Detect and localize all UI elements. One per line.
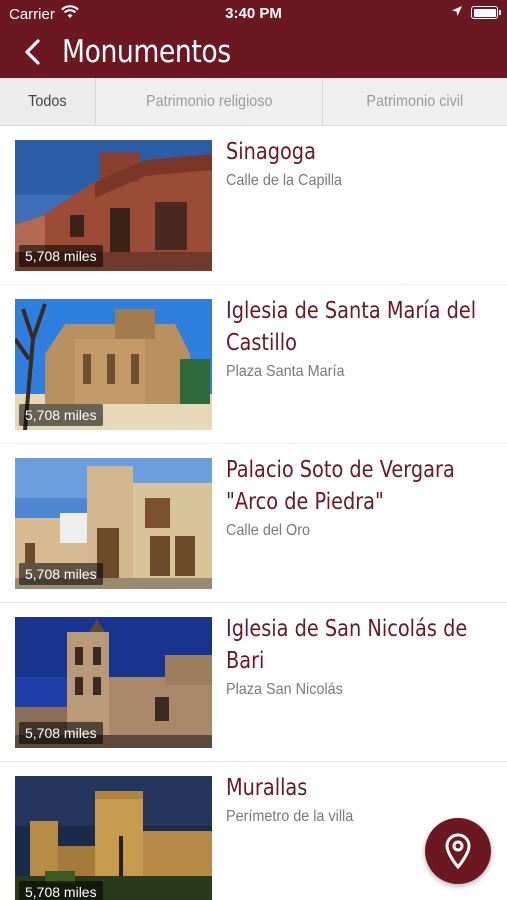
status-bar: Carrier 3:40 PM bbox=[0, 0, 507, 26]
app-screen: Carrier 3:40 PM Monumentos Todos Patrimo… bbox=[0, 0, 507, 900]
distance-badge: 5,708 miles bbox=[19, 722, 103, 744]
monument-title: Iglesia de Santa María del Castillo bbox=[226, 298, 477, 356]
monument-address: Calle del Oro bbox=[226, 522, 311, 539]
monument-photo: 5,708 miles bbox=[15, 776, 212, 900]
status-time: 3:40 PM bbox=[225, 5, 282, 22]
tab-label: Patrimonio religioso bbox=[145, 92, 273, 110]
monument-photo: 5,708 miles bbox=[15, 299, 212, 430]
tab-label: Todos bbox=[28, 92, 67, 110]
header: Carrier 3:40 PM Monumentos bbox=[0, 0, 507, 78]
monument-photo: 5,708 miles bbox=[15, 617, 212, 748]
monument-photo: 5,708 miles bbox=[15, 458, 212, 589]
distance-badge: 5,708 miles bbox=[19, 881, 103, 900]
monument-address: Plaza San Nicolás bbox=[226, 681, 343, 698]
status-right bbox=[451, 4, 501, 21]
chevron-left-icon bbox=[25, 39, 40, 65]
list-item[interactable]: 5,708 miles Palacio Soto de Vergara "Arc… bbox=[0, 444, 507, 603]
page-title: Monumentos bbox=[62, 34, 231, 70]
tab-todos[interactable]: Todos bbox=[0, 78, 96, 125]
monument-title: Iglesia de San Nicolás de Bari bbox=[226, 616, 468, 674]
monument-photo: 5,708 miles bbox=[15, 140, 212, 271]
location-arrow-icon bbox=[451, 4, 463, 21]
tab-label: Patrimonio civil bbox=[366, 92, 464, 110]
distance-badge: 5,708 miles bbox=[19, 404, 103, 426]
battery-icon bbox=[471, 6, 501, 19]
tab-patrimonio-civil[interactable]: Patrimonio civil bbox=[323, 78, 507, 125]
monument-title: Palacio Soto de Vergara "Arco de Piedra" bbox=[226, 457, 455, 515]
tab-patrimonio-religioso[interactable]: Patrimonio religioso bbox=[96, 78, 323, 125]
monument-info: Sinagoga Calle de la Capilla bbox=[226, 136, 495, 190]
list-item[interactable]: 5,708 miles Sinagoga Calle de la Capilla bbox=[0, 126, 507, 285]
monument-address: Calle de la Capilla bbox=[226, 172, 343, 189]
monument-info: Palacio Soto de Vergara "Arco de Piedra"… bbox=[226, 454, 495, 540]
list-item[interactable]: 5,708 miles Iglesia de San Nicolás de Ba… bbox=[0, 603, 507, 762]
distance-badge: 5,708 miles bbox=[19, 563, 103, 585]
map-pin-icon bbox=[445, 833, 471, 869]
nav-bar: Monumentos bbox=[0, 26, 507, 78]
back-button[interactable] bbox=[6, 26, 58, 78]
monument-title: Murallas bbox=[226, 775, 308, 801]
list-item[interactable]: 5,708 miles Iglesia de Santa María del C… bbox=[0, 285, 507, 444]
monument-list: 5,708 miles Sinagoga Calle de la Capilla bbox=[0, 126, 507, 900]
monument-title: Sinagoga bbox=[226, 139, 316, 165]
monument-info: Iglesia de San Nicolás de Bari Plaza San… bbox=[226, 613, 495, 699]
filter-tabs: Todos Patrimonio religioso Patrimonio ci… bbox=[0, 78, 507, 126]
map-button[interactable] bbox=[425, 818, 491, 884]
monument-address: Plaza Santa María bbox=[226, 363, 345, 380]
distance-badge: 5,708 miles bbox=[19, 245, 103, 267]
monument-info: Iglesia de Santa María del Castillo Plaz… bbox=[226, 295, 495, 381]
